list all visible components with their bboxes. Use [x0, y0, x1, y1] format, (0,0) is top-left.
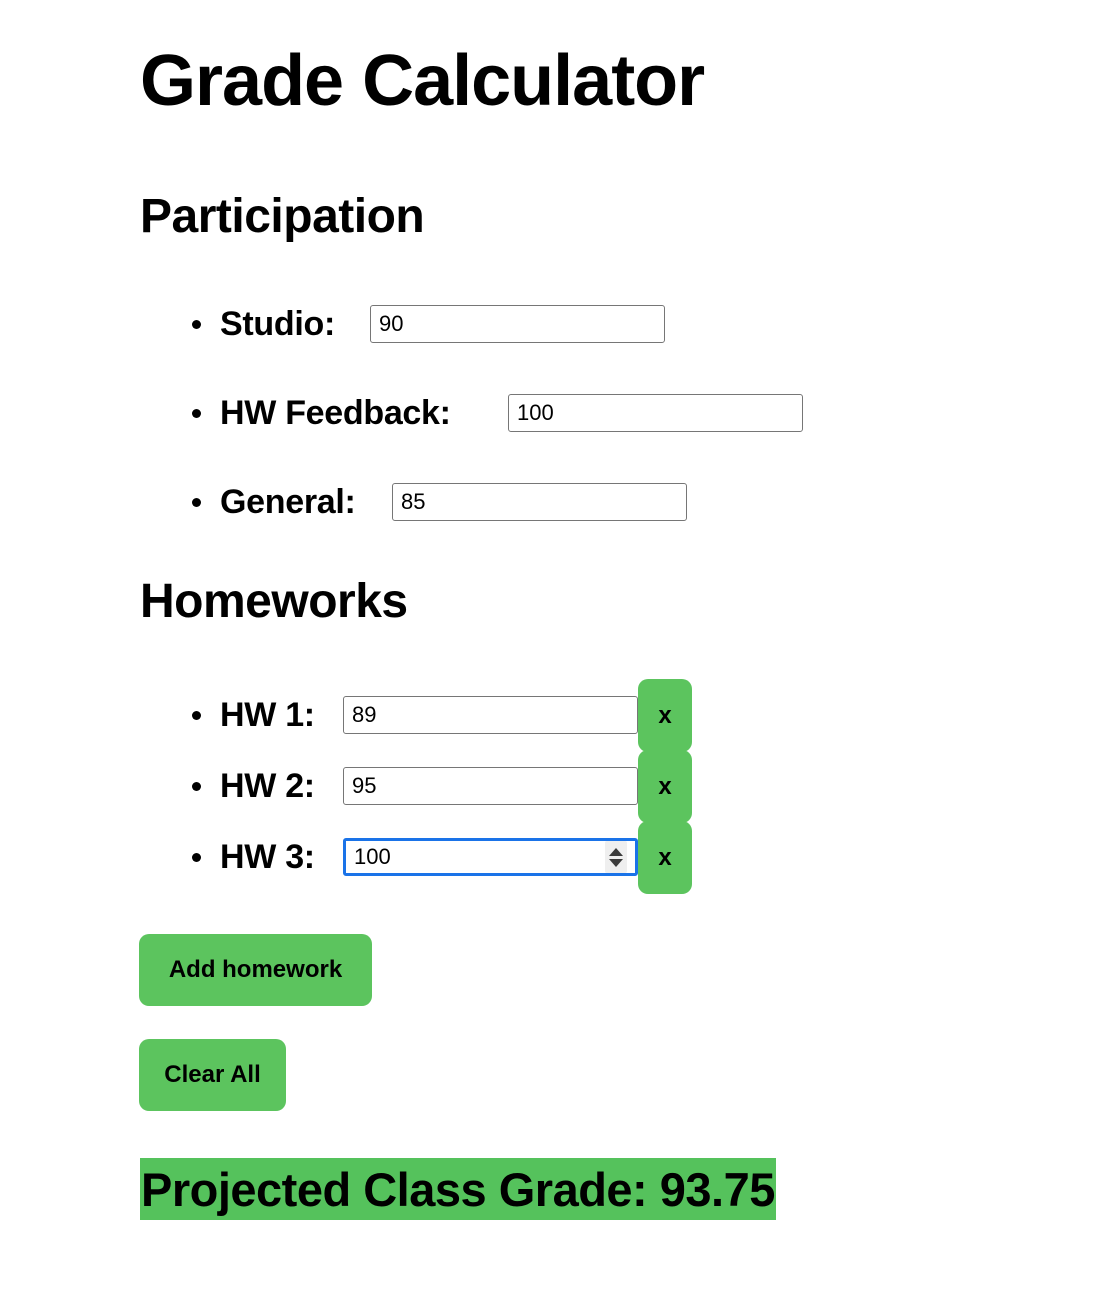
clear-all-button[interactable]: Clear All [139, 1039, 286, 1111]
list-item: HW 2: x [0, 750, 1094, 823]
homework-label-3: HW 3: [220, 838, 315, 876]
homework-score-input-1[interactable] [343, 696, 638, 734]
homework-score-input-3[interactable] [343, 838, 638, 876]
studio-score-input[interactable] [370, 305, 665, 343]
remove-homework-button-1[interactable]: x [638, 679, 692, 752]
participation-label-general: General: [220, 483, 356, 521]
spinner-down-arrow-icon[interactable] [609, 858, 623, 867]
list-item: HW 3: x [0, 821, 1094, 894]
participation-label-hw-feedback: HW Feedback: [220, 394, 451, 432]
list-item: HW Feedback: [0, 390, 1094, 436]
general-score-input[interactable] [392, 483, 687, 521]
bullet-icon [192, 498, 201, 507]
bullet-icon [192, 711, 201, 720]
add-homework-button[interactable]: Add homework [139, 934, 372, 1006]
remove-homework-button-2[interactable]: x [638, 750, 692, 823]
number-spinner[interactable] [605, 841, 627, 873]
hw-feedback-score-input[interactable] [508, 394, 803, 432]
participation-label-studio: Studio: [220, 305, 335, 343]
homework-label-1: HW 1: [220, 696, 315, 734]
participation-heading: Participation [140, 190, 425, 243]
homeworks-heading: Homeworks [140, 575, 408, 628]
remove-homework-button-3[interactable]: x [638, 821, 692, 894]
list-item: Studio: [0, 301, 1094, 347]
bullet-icon [192, 782, 201, 791]
projected-grade-banner: Projected Class Grade: 93.75 [140, 1158, 776, 1220]
grade-calculator-page: Grade Calculator Participation Studio: H… [0, 0, 1094, 1290]
page-title: Grade Calculator [140, 41, 705, 121]
list-item: HW 1: x [0, 679, 1094, 752]
homework-label-2: HW 2: [220, 767, 315, 805]
projected-grade-text: Projected Class Grade: 93.75 [141, 1162, 775, 1216]
spinner-up-arrow-icon[interactable] [609, 847, 623, 856]
homework-score-input-2[interactable] [343, 767, 638, 805]
bullet-icon [192, 409, 201, 418]
list-item: General: [0, 479, 1094, 525]
bullet-icon [192, 320, 201, 329]
bullet-icon [192, 853, 201, 862]
